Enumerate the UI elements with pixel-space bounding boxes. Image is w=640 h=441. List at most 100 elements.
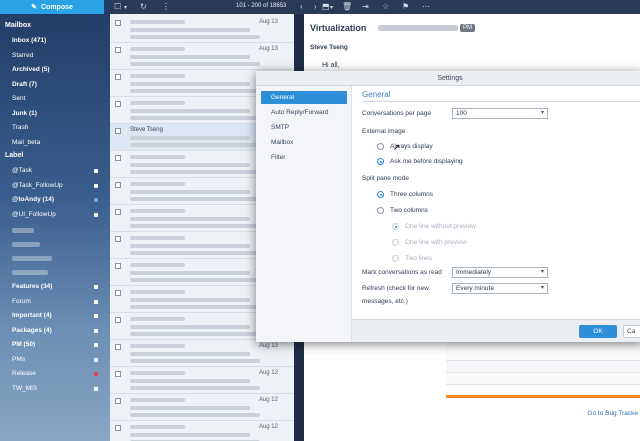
compose-button[interactable]: ✎ Compose — [0, 0, 104, 14]
blurred-label[interactable] — [12, 242, 40, 247]
row-checkbox[interactable] — [115, 425, 121, 431]
radio-one-line-with-preview[interactable] — [392, 239, 399, 246]
row-checkbox[interactable] — [115, 128, 121, 134]
list-item[interactable]: Aug 13 — [110, 340, 294, 367]
row-sender-redacted — [130, 209, 185, 213]
row-checkbox[interactable] — [115, 101, 121, 107]
row-checkbox[interactable] — [115, 209, 121, 215]
radio-two-lines[interactable] — [392, 255, 399, 262]
ok-button[interactable]: OK — [579, 325, 617, 338]
archive-icon[interactable]: ⬒ — [322, 2, 330, 11]
row-checkbox[interactable] — [115, 74, 121, 80]
row-checkbox[interactable] — [115, 398, 121, 404]
refresh-icon[interactable]: ↻ — [140, 2, 147, 11]
sidebar-item[interactable]: Starred — [12, 52, 33, 59]
list-item[interactable]: Aug 12 — [110, 421, 294, 441]
row-subject-redacted — [130, 109, 250, 113]
settings-nav-item[interactable]: Auto Reply/Forward — [261, 106, 347, 119]
row-checkbox[interactable] — [115, 290, 121, 296]
conversations-per-page-select[interactable]: 100 ▾ — [452, 108, 548, 119]
blurred-label[interactable] — [12, 228, 34, 233]
row-subject-redacted — [130, 433, 250, 437]
row-snippet-redacted — [130, 116, 260, 120]
sidebar-item[interactable]: Archived (5) — [12, 66, 50, 73]
sidebar-item[interactable]: Inbox (471) — [12, 37, 46, 44]
sidebar-item[interactable]: Junk (1) — [12, 110, 37, 117]
mark-read-select[interactable]: Immediately ▾ — [452, 267, 548, 278]
settings-nav-item[interactable]: General — [261, 91, 347, 104]
row-snippet-redacted — [130, 359, 260, 363]
row-checkbox[interactable] — [115, 182, 121, 188]
sidebar-item[interactable]: Important (4) — [12, 312, 52, 319]
settings-nav-item[interactable]: Filter — [261, 151, 347, 164]
label-color-swatch — [94, 169, 98, 173]
sidebar-item[interactable]: @Task — [12, 167, 32, 174]
sidebar-item[interactable]: PMs — [12, 356, 25, 363]
chevron-down-icon[interactable]: ▾ — [124, 4, 127, 11]
sidebar-item[interactable]: Sent — [12, 95, 25, 102]
sidebar-item[interactable]: Mail_beta — [12, 139, 40, 146]
settings-nav-item[interactable]: Mailbox — [261, 136, 347, 149]
flag-icon[interactable]: ⚑ — [402, 2, 409, 11]
page-menu-icon[interactable]: ▾ — [330, 4, 333, 11]
row-subject-redacted — [130, 379, 250, 383]
delete-icon[interactable]: 🗑 — [342, 2, 352, 11]
bug-tracker-link[interactable]: Go to Bug Tracke — [587, 410, 638, 417]
sidebar-item[interactable]: @toAndy (14) — [12, 196, 54, 203]
radio-always-display[interactable] — [377, 143, 384, 150]
next-page-icon[interactable]: › — [314, 2, 317, 11]
more-icon[interactable]: ⋮ — [162, 2, 170, 11]
row-sender-redacted — [130, 47, 185, 51]
sidebar-item[interactable]: Packages (4) — [12, 327, 52, 334]
row-subject-redacted — [130, 406, 250, 410]
radio-two-columns[interactable] — [377, 207, 384, 214]
list-item[interactable]: Aug 13 — [110, 43, 294, 70]
row-checkbox[interactable] — [115, 155, 121, 161]
radio-ask-before-displaying[interactable] — [377, 158, 384, 165]
star-icon[interactable]: ☆ — [382, 2, 389, 11]
table-row — [446, 373, 640, 385]
sidebar-item[interactable]: @Task_FollowUp — [12, 182, 63, 189]
row-checkbox[interactable] — [115, 20, 121, 26]
sidebar-item[interactable]: Forum — [12, 298, 31, 305]
cancel-button[interactable]: Ca — [623, 325, 640, 338]
panel-title: General — [362, 90, 391, 99]
list-item[interactable]: Aug 12 — [110, 394, 294, 421]
blurred-label[interactable] — [12, 256, 52, 261]
bug-table — [446, 334, 640, 398]
row-checkbox[interactable] — [115, 263, 121, 269]
label-heading: Label — [5, 152, 24, 159]
sidebar-item[interactable]: TW_MIS — [12, 385, 37, 392]
list-item[interactable]: Aug 13 — [110, 16, 294, 43]
refresh-select[interactable]: Every minute ▾ — [452, 283, 548, 294]
sidebar-item[interactable]: PM (50) — [12, 341, 35, 348]
prev-page-icon[interactable]: ‹ — [300, 2, 303, 11]
row-checkbox[interactable] — [115, 47, 121, 53]
label-color-swatch — [94, 328, 98, 333]
external-image-label: External image — [362, 128, 406, 135]
pm-badge[interactable]: PM — [460, 24, 475, 32]
two-lines-label: Two lines — [405, 255, 433, 262]
select-all-checkbox-icon[interactable]: ☐ — [114, 2, 121, 11]
mark-read-label: Mark conversations as read — [362, 269, 442, 276]
blurred-label[interactable] — [12, 270, 48, 275]
row-checkbox[interactable] — [115, 236, 121, 242]
row-subject-redacted — [130, 28, 250, 32]
row-snippet-redacted — [130, 62, 260, 66]
message-greeting: Hi all, — [322, 62, 340, 69]
move-icon[interactable]: ⇥ — [362, 2, 369, 11]
settings-nav-item[interactable]: SMTP — [261, 121, 347, 134]
more-actions-icon[interactable]: ⋯ — [422, 2, 430, 11]
sidebar-item[interactable]: Draft (7) — [12, 81, 37, 88]
sidebar-item[interactable]: Features (34) — [12, 283, 52, 290]
sidebar-item[interactable]: Release — [12, 370, 36, 377]
radio-three-columns[interactable] — [377, 191, 384, 198]
row-checkbox[interactable] — [115, 371, 121, 377]
sidebar-item[interactable]: Trash — [12, 124, 28, 131]
row-checkbox[interactable] — [115, 317, 121, 323]
radio-one-line-without-preview[interactable] — [392, 223, 399, 230]
sidebar-item[interactable]: @UI_FollowUp — [12, 211, 56, 218]
row-checkbox[interactable] — [115, 344, 121, 350]
list-item[interactable]: Aug 12 — [110, 367, 294, 394]
row-sender-redacted — [130, 20, 185, 24]
